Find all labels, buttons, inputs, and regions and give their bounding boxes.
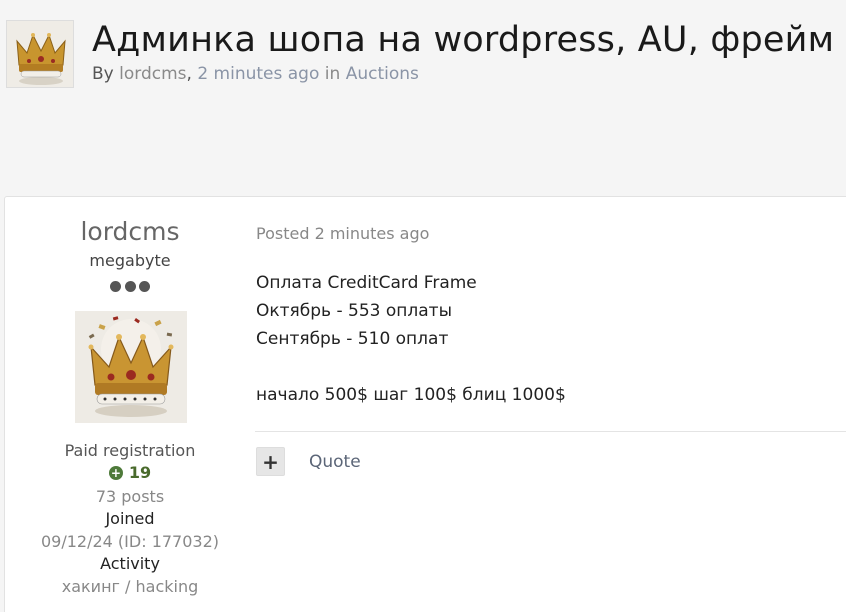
forum-link[interactable]: Auctions — [346, 64, 419, 84]
joined-value: 09/12/24 (ID: 177032) — [40, 532, 220, 551]
meta-separator: , — [186, 64, 198, 84]
author-post-count: 73 posts — [95, 487, 165, 506]
activity-label: Activity — [100, 554, 160, 573]
author-column: lordcms megabyte Paid registration + 19 … — [5, 197, 255, 612]
rank-pip — [124, 280, 136, 292]
author-avatar[interactable] — [75, 311, 187, 423]
rank-pip — [110, 280, 121, 292]
rank-pips — [110, 279, 150, 293]
post-line: Октябрь - 553 оплаты — [256, 301, 452, 321]
topic-title: Админка шопа на wordpress, AU, фрейм — [92, 20, 835, 60]
topic-meta: By lordcms, 2 minutes ago in Auctions — [92, 64, 419, 84]
topic-author-link[interactable]: lordcms — [119, 64, 186, 84]
post-line: Оплата CreditCard Frame — [256, 273, 477, 293]
activity-value: хакинг / hacking — [61, 577, 199, 596]
post-body: Оплата CreditCard Frame Октябрь - 553 оп… — [256, 269, 836, 409]
quote-button[interactable]: Quote — [309, 452, 361, 472]
post-line — [256, 353, 836, 381]
post-line: начало 500$ шаг 100$ блиц 1000$ — [256, 385, 566, 405]
crown-image — [75, 311, 187, 423]
post-divider — [255, 431, 846, 432]
topic-author-avatar[interactable] — [6, 20, 74, 88]
plus-circle-icon: + — [108, 465, 123, 480]
topic-time: 2 minutes ago — [197, 64, 320, 84]
author-rank: megabyte — [89, 251, 171, 270]
reputation-badge[interactable]: + 19 — [5, 463, 255, 482]
author-name[interactable]: lordcms — [5, 217, 255, 246]
rank-pip — [139, 280, 150, 292]
post-content-column: Posted 2 minutes ago Оплата CreditCard F… — [255, 197, 846, 612]
post-timestamp[interactable]: Posted 2 minutes ago — [256, 224, 429, 243]
joined-label: Joined — [105, 509, 155, 528]
author-group: Paid registration — [64, 441, 196, 460]
topic-header: Админка шопа на wordpress, AU, фрейм By … — [0, 0, 846, 100]
multiquote-button[interactable]: + — [256, 447, 285, 476]
post-panel: lordcms megabyte Paid registration + 19 … — [4, 196, 846, 612]
post-line: Сентябрь - 510 оплат — [256, 329, 449, 349]
reputation-value: 19 — [128, 463, 152, 482]
in-word: in — [319, 64, 346, 84]
crown-image — [7, 21, 73, 87]
by-prefix: By — [92, 64, 120, 84]
